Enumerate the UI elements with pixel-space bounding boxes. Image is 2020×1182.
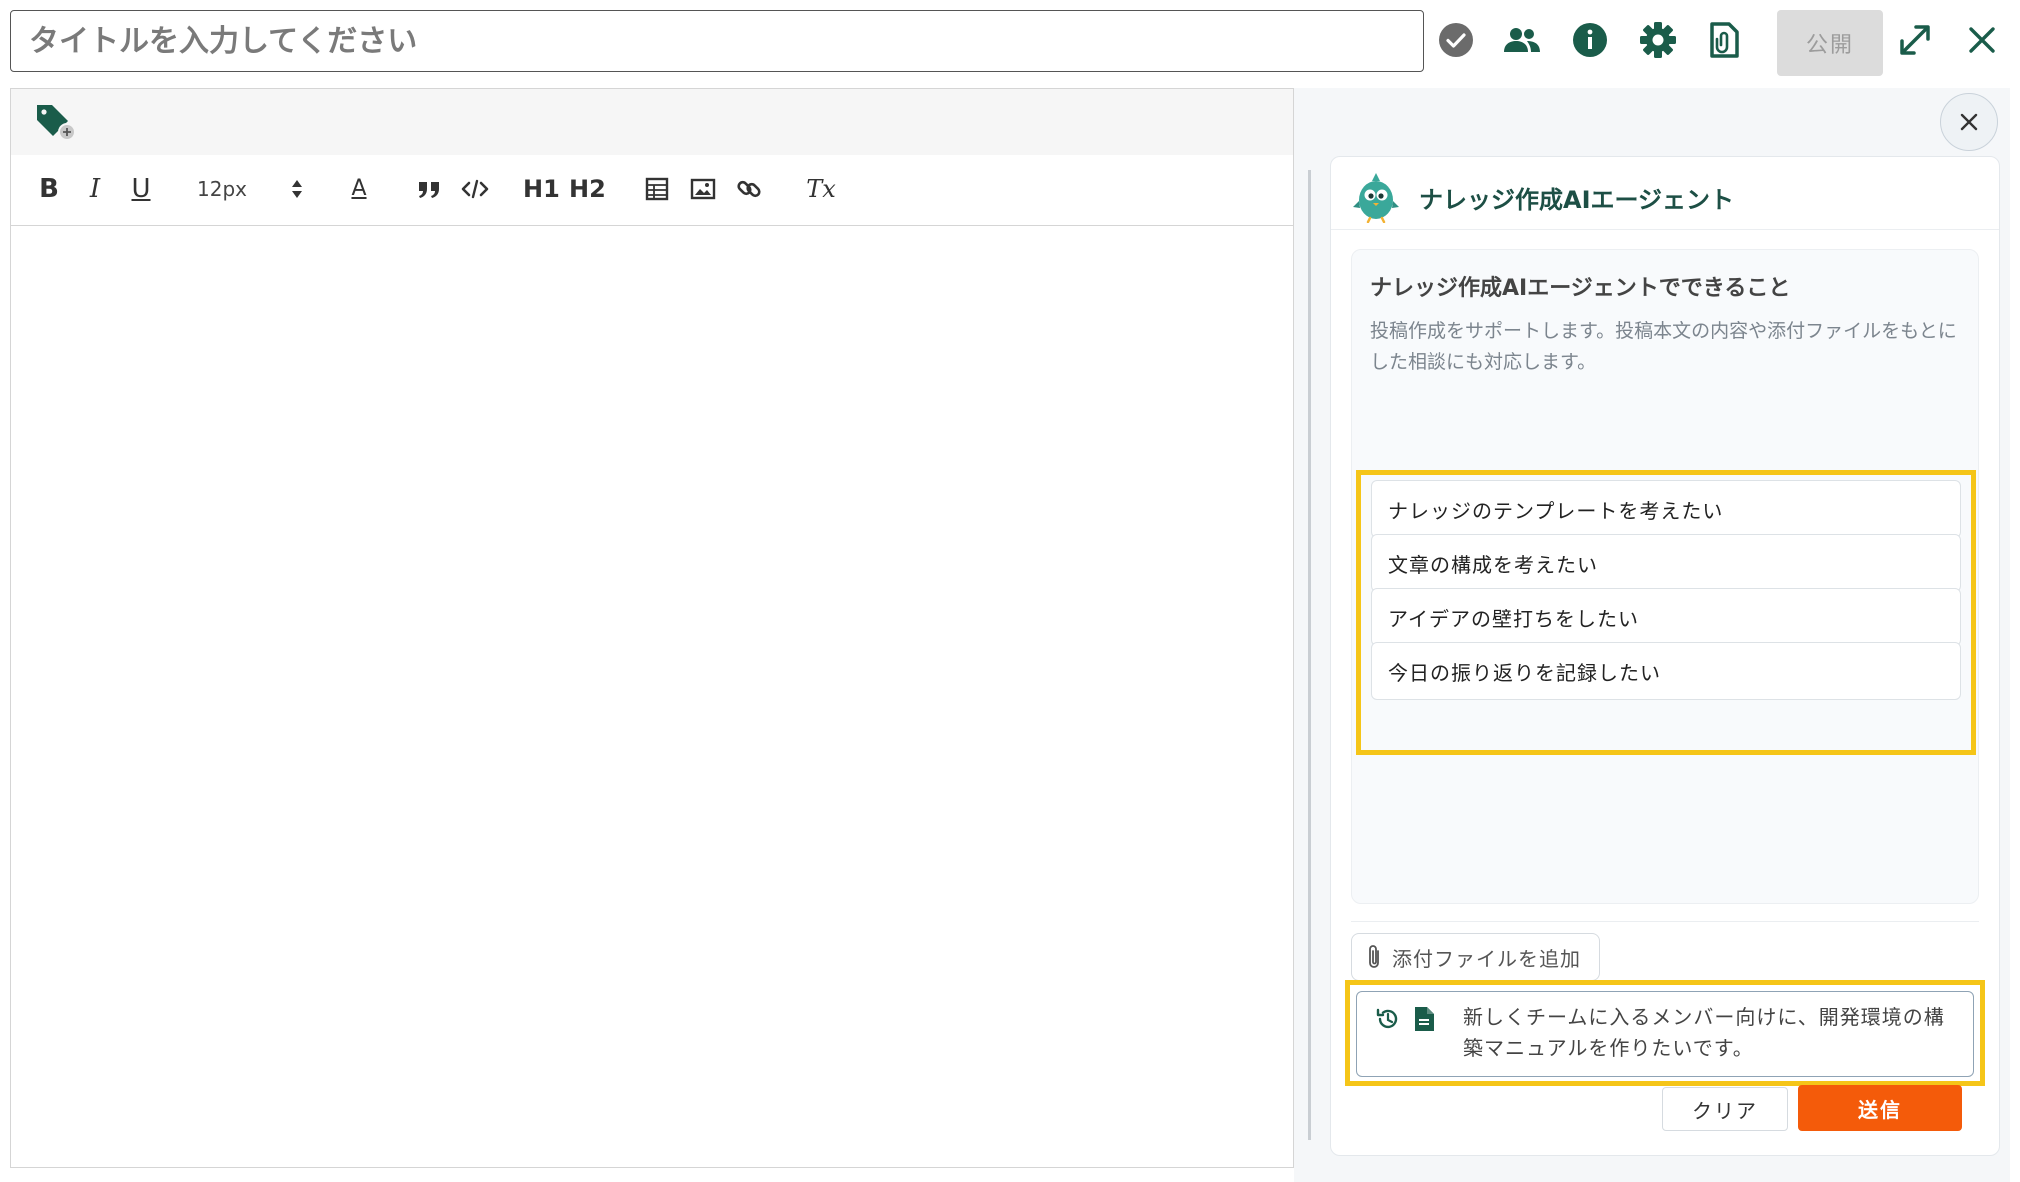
- text-color-button[interactable]: A: [341, 169, 377, 209]
- suggestion-button[interactable]: アイデアの壁打ちをしたい: [1371, 588, 1961, 646]
- suggestion-button[interactable]: 今日の振り返りを記録したい: [1371, 642, 1961, 700]
- clear-button[interactable]: クリア: [1662, 1087, 1788, 1131]
- agent-header: ナレッジ作成AIエージェント: [1351, 169, 1734, 225]
- info-icon[interactable]: [1568, 18, 1612, 62]
- title-input[interactable]: [10, 10, 1424, 72]
- image-icon[interactable]: [685, 169, 721, 209]
- chat-input-text: 新しくチームに入るメンバー向けに、開発環境の構築マニュアルを作りたいです。: [1463, 1005, 1945, 1060]
- divider: [1331, 229, 1999, 230]
- chat-input-highlight: 新しくチームに入るメンバー向けに、開発環境の構築マニュアルを作りたいです。: [1345, 980, 1985, 1086]
- code-icon[interactable]: [457, 169, 493, 209]
- tag-bar: [11, 89, 1293, 156]
- check-circle-icon[interactable]: [1434, 18, 1478, 62]
- gear-icon[interactable]: [1636, 18, 1680, 62]
- close-icon[interactable]: [1960, 18, 2004, 62]
- agent-mascot-icon: [1351, 171, 1401, 223]
- close-icon: [1960, 113, 1978, 131]
- history-icon[interactable]: [1375, 1006, 1401, 1032]
- document-icon[interactable]: [1413, 1006, 1435, 1032]
- agent-title: ナレッジ作成AIエージェント: [1419, 185, 1735, 214]
- suggestion-button[interactable]: 文章の構成を考えたい: [1371, 534, 1961, 592]
- suggestion-button[interactable]: ナレッジのテンプレートを考えたい: [1371, 480, 1961, 538]
- editor-toolbar: B I U 12px A H1 H2 Tx: [11, 155, 1293, 226]
- attachment-file-icon[interactable]: [1702, 18, 1746, 62]
- font-size-stepper-icon[interactable]: [279, 169, 315, 209]
- tag-add-icon[interactable]: [33, 101, 77, 141]
- bold-button[interactable]: B: [31, 169, 67, 209]
- divider: [1351, 921, 1979, 922]
- publish-button[interactable]: 公開: [1777, 10, 1883, 76]
- suggestion-group: ナレッジのテンプレートを考えたい 文章の構成を考えたい アイデアの壁打ちをしたい…: [1356, 470, 1976, 755]
- expand-icon[interactable]: [1893, 18, 1937, 62]
- add-attachment-button[interactable]: 添付ファイルを追加: [1351, 933, 1600, 981]
- table-icon[interactable]: [639, 169, 675, 209]
- send-button[interactable]: 送信: [1798, 1085, 1962, 1131]
- panel-close-button[interactable]: [1940, 93, 1998, 151]
- info-title: ナレッジ作成AIエージェントでできること: [1370, 276, 1791, 301]
- info-box: ナレッジ作成AIエージェントでできること 投稿作成をサポートします。投稿本文の内…: [1351, 249, 1979, 904]
- panel-resize-handle[interactable]: [1308, 170, 1311, 1140]
- heading1-button[interactable]: H1: [523, 169, 560, 209]
- chat-input[interactable]: 新しくチームに入るメンバー向けに、開発環境の構築マニュアルを作りたいです。: [1356, 991, 1974, 1077]
- add-attachment-label: 添付ファイルを追加: [1392, 946, 1581, 971]
- editor: B I U 12px A H1 H2 Tx: [10, 88, 1294, 1168]
- font-size-select[interactable]: 12px: [197, 169, 247, 209]
- editor-body[interactable]: [11, 226, 1293, 1167]
- link-icon[interactable]: [731, 169, 767, 209]
- underline-button[interactable]: U: [123, 169, 159, 209]
- heading2-button[interactable]: H2: [569, 169, 606, 209]
- quote-icon[interactable]: [411, 169, 447, 209]
- people-icon[interactable]: [1500, 18, 1544, 62]
- text-color-label: A: [351, 176, 367, 201]
- paperclip-icon: [1369, 945, 1379, 968]
- info-description: 投稿作成をサポートします。投稿本文の内容や添付ファイルをもとにした相談にも対応し…: [1370, 320, 1957, 373]
- clear-format-button[interactable]: Tx: [803, 169, 839, 209]
- italic-button[interactable]: I: [77, 169, 113, 209]
